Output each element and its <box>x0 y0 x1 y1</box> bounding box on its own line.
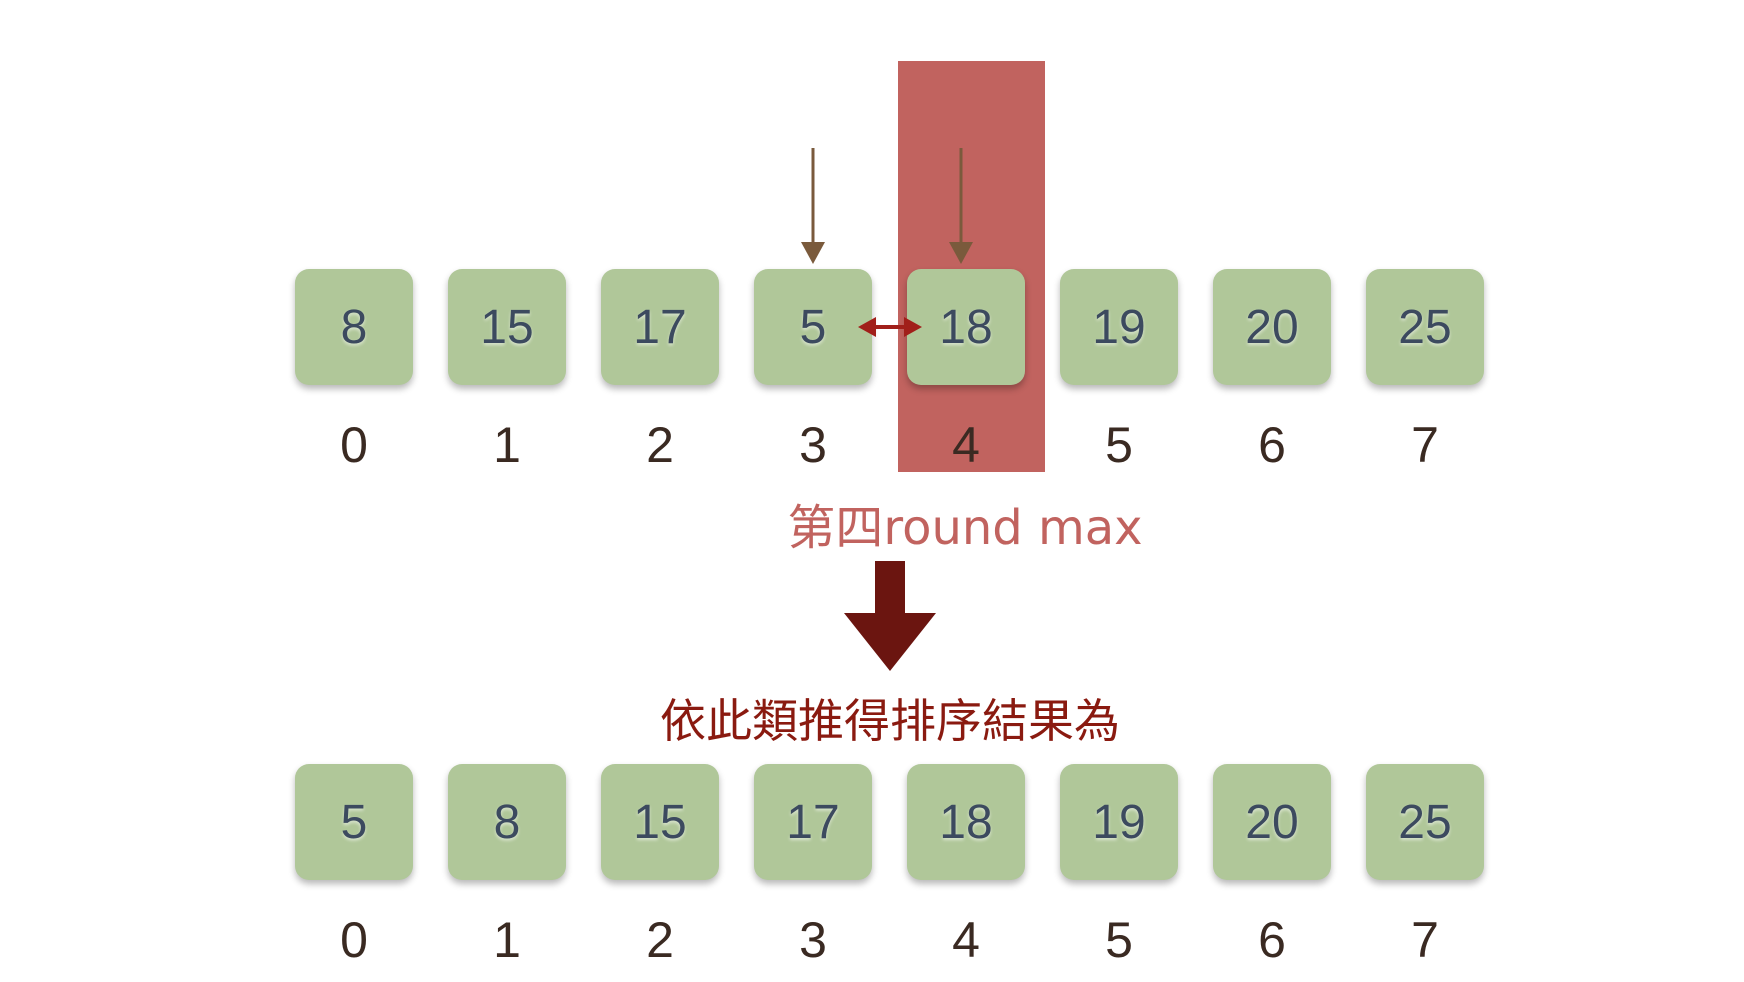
arrows-overlay <box>801 148 973 671</box>
down-arrow-icon <box>949 148 973 264</box>
double-arrow-icon <box>858 317 922 337</box>
down-arrow-icon <box>801 148 825 264</box>
big-down-arrow-icon <box>844 561 936 671</box>
